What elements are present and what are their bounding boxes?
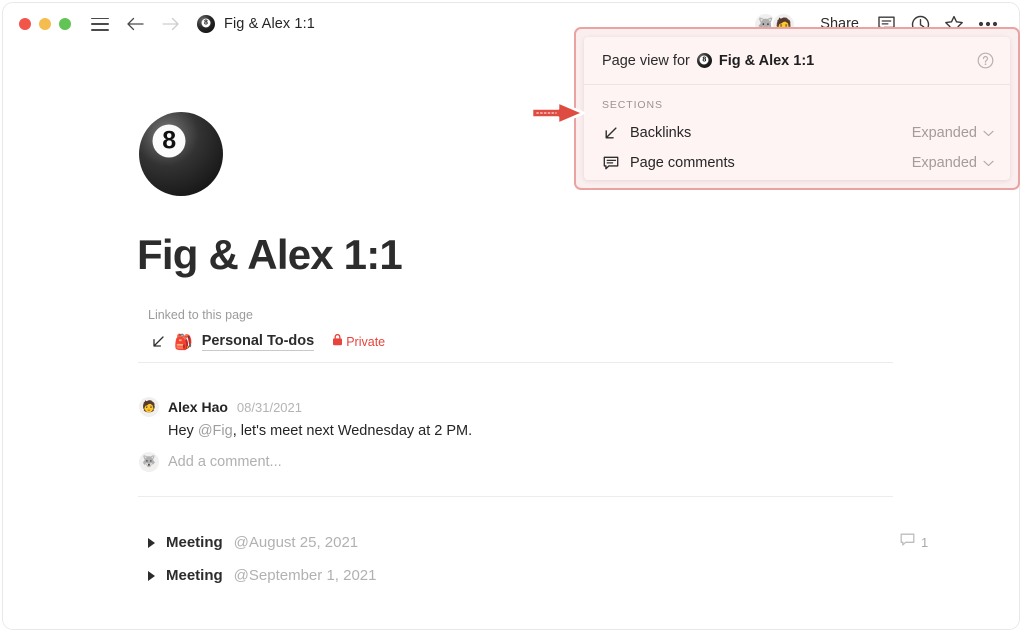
comment-text-before: Hey	[168, 423, 198, 439]
popover-row-value-text: Expanded	[911, 155, 977, 171]
popover-sections-label: SECTIONS	[602, 99, 663, 111]
window-controls[interactable]	[19, 18, 71, 30]
divider	[138, 362, 893, 363]
divider	[138, 496, 893, 497]
page-view-popover: Page view for Fig & Alex 1:1 SECTIONS	[584, 37, 1010, 180]
comment-icon	[900, 533, 915, 552]
eight-ball-icon	[197, 15, 215, 33]
avatar: 🐺	[139, 452, 159, 472]
minimize-window-button[interactable]	[39, 18, 51, 30]
eight-ball-icon	[696, 53, 712, 68]
page-emoji-eight-ball-icon[interactable]	[139, 112, 223, 196]
add-comment-input[interactable]: Add a comment...	[168, 454, 282, 470]
comment-text-after: , let's meet next Wednesday at 2 PM.	[232, 423, 473, 439]
visibility-label: Private	[346, 335, 386, 349]
popover-row-backlinks[interactable]: Backlinks Expanded	[584, 118, 1010, 148]
forward-arrow-icon[interactable]	[161, 14, 181, 34]
popover-header-title: Fig & Alex 1:1	[718, 52, 815, 69]
maximize-window-button[interactable]	[59, 18, 71, 30]
toggle-block-meeting-2[interactable]: Meeting @September 1, 2021	[148, 567, 377, 584]
comment-text: Hey @Fig, let's meet next Wednesday at 2…	[168, 423, 472, 439]
red-arrow-pointer-icon	[528, 99, 588, 127]
chevron-right-icon[interactable]	[148, 570, 155, 581]
back-arrow-icon[interactable]	[125, 14, 145, 34]
chevron-down-icon	[983, 155, 994, 171]
toggle-date-mention[interactable]: @August 25, 2021	[234, 534, 358, 551]
popover-row-label: Backlinks	[630, 125, 692, 141]
toggle-label: Meeting	[166, 567, 223, 584]
avatar[interactable]: 🧑	[139, 397, 159, 417]
chevron-down-icon	[983, 125, 994, 141]
add-comment-row[interactable]: 🐺 Add a comment...	[139, 452, 282, 472]
comment-icon	[602, 156, 619, 171]
toggle-block-meeting-1[interactable]: Meeting @August 25, 2021	[148, 534, 358, 551]
comment-header: 🧑 Alex Hao 08/31/2021	[139, 397, 472, 417]
popover-header: Page view for Fig & Alex 1:1	[584, 37, 1010, 85]
help-circle-icon[interactable]	[977, 52, 994, 69]
popover-header-text: Page view for Fig & Alex 1:1	[602, 53, 814, 69]
chevron-right-icon[interactable]	[148, 537, 155, 548]
popover-row-value-text: Expanded	[911, 125, 977, 141]
linked-to-this-page-label: Linked to this page	[148, 308, 253, 322]
lock-icon	[332, 333, 343, 351]
popover-row-page-comments[interactable]: Page comments Expanded	[584, 148, 1010, 178]
breadcrumb[interactable]: Fig & Alex 1:1	[197, 15, 315, 33]
popover-header-prefix: Page view for	[602, 52, 690, 69]
linked-page-row[interactable]: 🎒 Personal To-dos Private	[151, 333, 385, 351]
arrow-down-left-icon	[151, 335, 165, 349]
page-view-popover-highlight: Page view for Fig & Alex 1:1 SECTIONS	[574, 27, 1020, 190]
arrow-down-left-icon	[602, 126, 619, 141]
popover-row-value[interactable]: Expanded	[912, 155, 994, 171]
linked-page-name[interactable]: Personal To-dos	[201, 333, 315, 351]
comment-date: 08/31/2021	[236, 399, 302, 415]
row-comment-count[interactable]: 1	[900, 533, 928, 552]
backpack-icon: 🎒	[174, 333, 193, 351]
page-title[interactable]: Fig & Alex 1:1	[137, 231, 403, 279]
breadcrumb-title: Fig & Alex 1:1	[224, 16, 315, 32]
popover-row-label: Page comments	[630, 155, 735, 171]
comment-count: 1	[921, 535, 929, 550]
toggle-date-mention[interactable]: @September 1, 2021	[234, 567, 377, 584]
comment-author: Alex Hao	[168, 399, 228, 415]
close-window-button[interactable]	[19, 18, 31, 30]
toggle-label: Meeting	[166, 534, 223, 551]
popover-row-value[interactable]: Expanded	[912, 125, 994, 141]
sidebar-toggle-icon[interactable]	[91, 17, 109, 31]
comment-mention[interactable]: @Fig	[198, 423, 233, 439]
visibility-badge: Private	[332, 333, 385, 351]
screenshot-root: Fig & Alex 1:1 🐺 🧑 Share	[0, 0, 1024, 640]
page-comment: 🧑 Alex Hao 08/31/2021 Hey @Fig, let's me…	[139, 397, 472, 439]
